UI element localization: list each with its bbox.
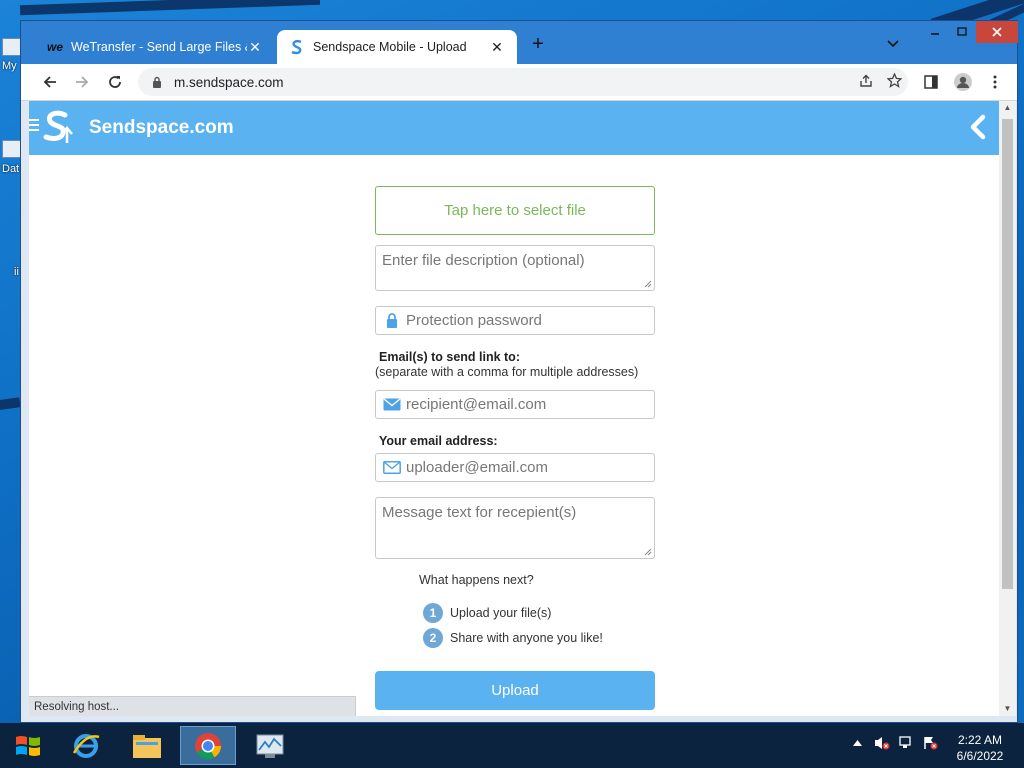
clock-date: 6/6/2022 — [956, 749, 1004, 763]
wetransfer-icon: we — [47, 40, 64, 54]
password-field[interactable]: Protection password — [375, 306, 655, 335]
step-item: 2 Share with anyone you like! — [423, 628, 603, 648]
step-text: Share with anyone you like! — [450, 631, 603, 645]
scroll-up-icon[interactable]: ▲ — [999, 101, 1016, 115]
desktop-file-icon[interactable] — [2, 140, 22, 158]
uploader-placeholder: uploader@email.com — [406, 459, 548, 476]
minimize-button[interactable] — [922, 21, 948, 43]
forward-icon[interactable] — [70, 70, 94, 94]
step-number-badge: 1 — [423, 603, 443, 623]
share-icon[interactable] — [852, 74, 880, 91]
uploader-email-field[interactable]: uploader@email.com — [375, 453, 655, 482]
sendspace-logo-icon[interactable] — [41, 109, 77, 145]
envelope-outline-icon — [382, 459, 402, 477]
wallpaper-streak — [19, 0, 321, 16]
message-placeholder: Message text for recepient(s) — [382, 504, 577, 521]
wallpaper-streak — [0, 397, 21, 413]
close-tab-icon[interactable]: ✕ — [489, 39, 505, 56]
message-field[interactable]: Message text for recepient(s) — [375, 497, 655, 559]
chevron-left-icon[interactable] — [967, 113, 989, 141]
url-text[interactable]: m.sendspace.com — [174, 75, 852, 90]
step-item: 1 Upload your file(s) — [423, 603, 551, 623]
select-file-button[interactable]: Tap here to select file — [375, 186, 655, 235]
maximize-button[interactable] — [949, 21, 975, 43]
file-explorer-icon[interactable] — [119, 726, 175, 765]
recipient-email-field[interactable]: recipient@email.com — [375, 390, 655, 419]
resize-handle-icon[interactable] — [644, 280, 652, 288]
sendspace-icon — [289, 39, 305, 55]
desktop-label: My — [2, 60, 17, 72]
browser-window: we WeTransfer - Send Large Files & ✕ Sen… — [20, 20, 1018, 723]
step-number-badge: 2 — [423, 628, 443, 648]
your-email-label: Your email address: — [379, 434, 498, 448]
system-clock[interactable]: 2:22 AM 6/6/2022 — [948, 732, 1012, 764]
start-button[interactable] — [6, 728, 50, 764]
browser-toolbar: m.sendspace.com — [21, 64, 1017, 101]
tab-sendspace[interactable]: Sendspace Mobile - Upload ✕ — [277, 30, 517, 64]
windows-logo-icon — [16, 736, 40, 756]
tab-title: Sendspace Mobile - Upload — [313, 40, 467, 54]
profile-avatar[interactable] — [951, 70, 975, 94]
address-bar[interactable]: m.sendspace.com — [138, 68, 908, 96]
resource-monitor-icon[interactable] — [242, 726, 298, 765]
password-placeholder: Protection password — [406, 312, 542, 329]
desktop-label: ii — [14, 266, 19, 278]
vertical-scrollbar[interactable]: ▲ ▼ — [999, 101, 1016, 716]
window-close-button[interactable] — [976, 21, 1018, 43]
file-description-field[interactable]: Enter file description (optional) — [375, 245, 655, 291]
scroll-down-icon[interactable]: ▼ — [999, 702, 1016, 716]
page-content: Sendspace.com Tap here to select file En… — [29, 101, 999, 716]
action-center-icon[interactable] — [922, 735, 938, 754]
taskbar: 2:22 AM 6/6/2022 — [0, 723, 1024, 768]
emails-label: Email(s) to send link to: — [379, 350, 520, 364]
scrollbar-thumb[interactable] — [1002, 119, 1013, 589]
site-name[interactable]: Sendspace.com — [89, 117, 234, 139]
clock-time: 2:22 AM — [957, 733, 1003, 747]
resize-handle-icon[interactable] — [644, 548, 652, 556]
menu-icon[interactable] — [983, 70, 1007, 94]
upload-button[interactable]: Upload — [375, 671, 655, 710]
back-icon[interactable] — [38, 70, 62, 94]
chrome-icon[interactable] — [180, 726, 236, 765]
tab-title: WeTransfer - Send Large Files & — [71, 40, 247, 54]
network-icon[interactable] — [898, 735, 914, 754]
tab-strip: we WeTransfer - Send Large Files & ✕ Sen… — [21, 21, 1018, 64]
tab-search-icon[interactable] — [887, 35, 899, 51]
description-placeholder: Enter file description (optional) — [382, 252, 585, 269]
next-steps-title: What happens next? — [419, 573, 534, 587]
desktop-label: Dat — [2, 163, 20, 175]
hamburger-menu-icon[interactable] — [29, 119, 39, 134]
close-tab-icon[interactable]: ✕ — [247, 39, 263, 56]
new-tab-button[interactable]: + — [526, 33, 550, 56]
reload-icon[interactable] — [103, 70, 127, 94]
lock-icon[interactable] — [150, 75, 164, 89]
site-header: Sendspace.com — [29, 101, 999, 155]
step-text: Upload your file(s) — [450, 606, 552, 620]
internet-explorer-icon[interactable] — [58, 726, 114, 765]
show-hidden-icons-icon[interactable] — [853, 735, 862, 749]
side-panel-icon[interactable] — [919, 70, 943, 94]
recipient-placeholder: recipient@email.com — [406, 396, 547, 413]
volume-muted-icon[interactable] — [874, 735, 890, 754]
emails-hint: (separate with a comma for multiple addr… — [375, 365, 639, 379]
lock-icon — [382, 312, 402, 330]
tab-wetransfer[interactable]: we WeTransfer - Send Large Files & ✕ — [35, 30, 275, 64]
envelope-icon — [382, 396, 402, 414]
bookmark-star-icon[interactable] — [880, 72, 908, 91]
desktop-computer-icon[interactable] — [2, 38, 22, 56]
status-bubble: Resolving host... — [29, 696, 356, 716]
